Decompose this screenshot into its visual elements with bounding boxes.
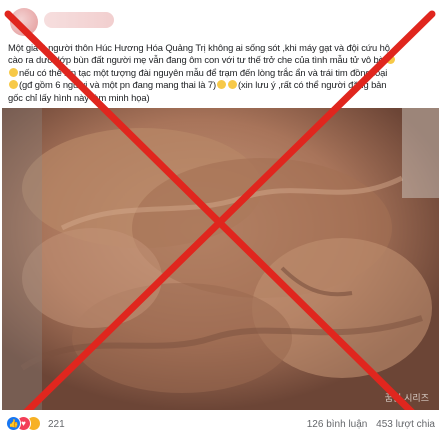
post-caption: Một gia 9 người thôn Húc Hương Hóa Quảng… (8, 42, 436, 104)
caption-line: cào ra dưới lớp bùn đất người mẹ vẫn đan… (8, 54, 436, 66)
reaction-count[interactable]: 221 (48, 419, 65, 430)
comments-count[interactable]: 126 bình luận (307, 419, 368, 430)
post-photo[interactable]: 꿈원 시리즈 (2, 108, 439, 410)
clay-sculpture-image (2, 108, 439, 410)
post-footer: 👍 ♥ 221 126 bình luận 453 lượt chia (0, 410, 441, 436)
image-watermark: 꿈원 시리즈 (384, 394, 429, 404)
facebook-post: Một gia 9 người thôn Húc Hương Hóa Quảng… (0, 0, 441, 436)
caption-text: nếu có thể xin tạc một tượng đài nguyên … (19, 66, 388, 78)
author-name-blurred[interactable] (44, 12, 114, 28)
caption-line: (gđ gồm 6 người và một pn đang mang thai… (8, 79, 436, 91)
caption-text: (gđ gồm 6 người và một pn đang mang thai… (19, 79, 216, 91)
caption-text: gốc chỉ lấy hình này làm minh họa) (8, 91, 150, 103)
caption-text: Một gia 9 người thôn Húc Hương Hóa Quảng… (8, 42, 390, 53)
sad-emoji-icon (385, 55, 395, 65)
post-header (6, 4, 436, 42)
caption-line: gốc chỉ lấy hình này làm minh họa) (8, 92, 436, 104)
avatar[interactable] (10, 8, 38, 36)
caption-text: (xin lưu ý ,rất có thể người đăng bản (238, 79, 387, 91)
caption-text: cào ra dưới lớp bùn đất người mẹ vẫn đan… (8, 54, 385, 66)
sad-emoji-icon (9, 80, 18, 90)
sad-emoji-icon (9, 67, 18, 77)
caption-line: nếu có thể xin tạc một tượng đài nguyên … (8, 67, 436, 79)
sad-emoji-icon (217, 80, 226, 90)
sad-emoji-icon (228, 80, 237, 90)
post-stats: 126 bình luận 453 lượt chia (301, 419, 435, 430)
caption-line: Một gia 9 người thôn Húc Hương Hóa Quảng… (8, 42, 436, 54)
like-icon: 👍 (6, 416, 21, 431)
shares-count[interactable]: 453 lượt chia (376, 419, 435, 430)
